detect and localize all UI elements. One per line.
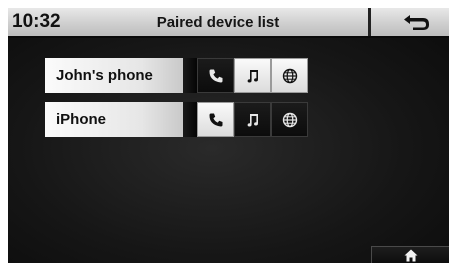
home-button[interactable] <box>371 246 449 263</box>
phone-profile-button[interactable] <box>197 58 234 93</box>
globe-icon <box>282 68 297 83</box>
back-button[interactable] <box>371 8 449 36</box>
music-profile-button[interactable] <box>234 102 271 137</box>
music-profile-button[interactable] <box>234 58 271 93</box>
row-separator <box>183 102 197 137</box>
back-arrow-icon <box>403 15 429 30</box>
phone-profile-button[interactable] <box>197 102 234 137</box>
globe-icon <box>282 112 297 127</box>
clock: 10:32 <box>12 11 61 32</box>
title-bar: 10:32 Paired device list <box>8 8 449 38</box>
phone-icon <box>209 113 222 126</box>
home-icon <box>404 249 418 262</box>
internet-profile-button[interactable] <box>271 102 308 137</box>
screen: 10:32 Paired device list John's phone iP… <box>8 8 449 263</box>
internet-profile-button[interactable] <box>271 58 308 93</box>
page-title: Paired device list <box>156 14 280 31</box>
device-name-button[interactable]: iPhone <box>45 102 183 137</box>
phone-icon <box>209 69 222 82</box>
music-note-icon <box>247 113 258 126</box>
row-separator <box>183 58 197 93</box>
music-note-icon <box>247 69 258 82</box>
device-name-button[interactable]: John's phone <box>45 58 183 93</box>
